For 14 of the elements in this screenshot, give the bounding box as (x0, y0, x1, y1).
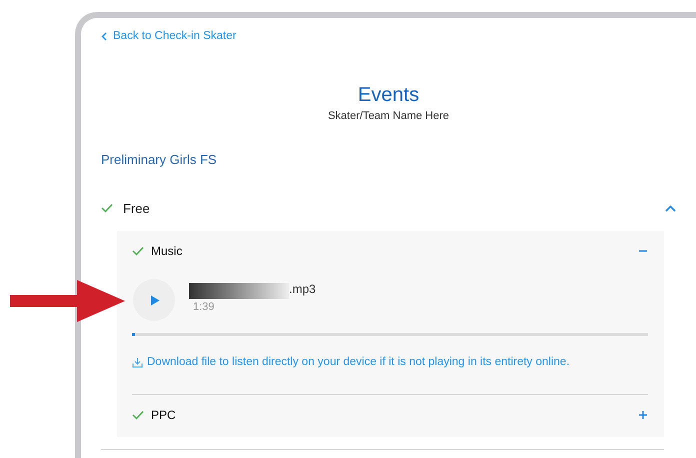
download-icon (132, 356, 143, 368)
section-title[interactable]: PPC (151, 408, 631, 422)
track-duration: 1:39 (193, 301, 216, 313)
play-icon (150, 294, 160, 306)
file-name: .mp3 (289, 283, 316, 296)
page-subtitle: Skater/Team Name Here (328, 110, 450, 122)
event-name: Preliminary Girls FS (101, 152, 218, 167)
page-title: Events (358, 84, 420, 107)
segment-title[interactable]: Free (123, 200, 655, 216)
play-button[interactable] (133, 279, 175, 321)
expand-icon[interactable] (638, 410, 648, 420)
section-title[interactable]: Music (151, 244, 631, 258)
chevron-up-icon[interactable] (665, 204, 676, 212)
back-chevron-icon (101, 32, 107, 40)
